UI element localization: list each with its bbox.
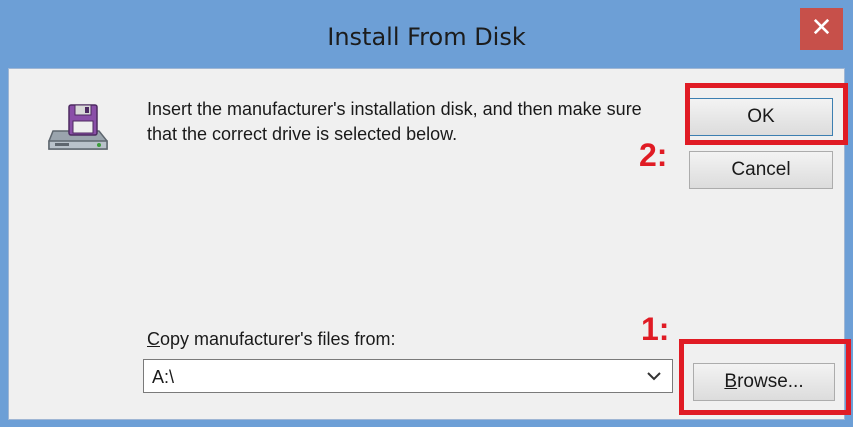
cancel-button[interactable]: Cancel — [689, 151, 833, 189]
copy-label-access-key: C — [147, 329, 160, 349]
close-icon: ✕ — [810, 13, 833, 43]
install-from-disk-window: Install From Disk ✕ Insert the manufactu… — [0, 0, 853, 427]
window-title: Install From Disk — [327, 23, 526, 51]
copy-label-text: opy manufacturer's files from: — [160, 329, 396, 349]
close-button[interactable]: ✕ — [800, 8, 843, 50]
ok-highlight-box — [685, 83, 848, 145]
instruction-text: Insert the manufacturer's installation d… — [147, 99, 642, 144]
floppy-disk-drive-icon — [48, 104, 108, 150]
chevron-down-icon[interactable] — [644, 364, 664, 388]
step-2-marker: 2: — [639, 137, 668, 173]
browse-highlight-box — [679, 339, 851, 415]
copy-files-label: Copy manufacturer's files from: — [147, 329, 396, 350]
step-1-marker: 1: — [641, 311, 670, 347]
source-path-value[interactable]: A:\ — [152, 367, 174, 388]
source-path-combobox[interactable]: A:\ — [143, 359, 673, 393]
dialog-body: Insert the manufacturer's installation d… — [8, 68, 851, 420]
